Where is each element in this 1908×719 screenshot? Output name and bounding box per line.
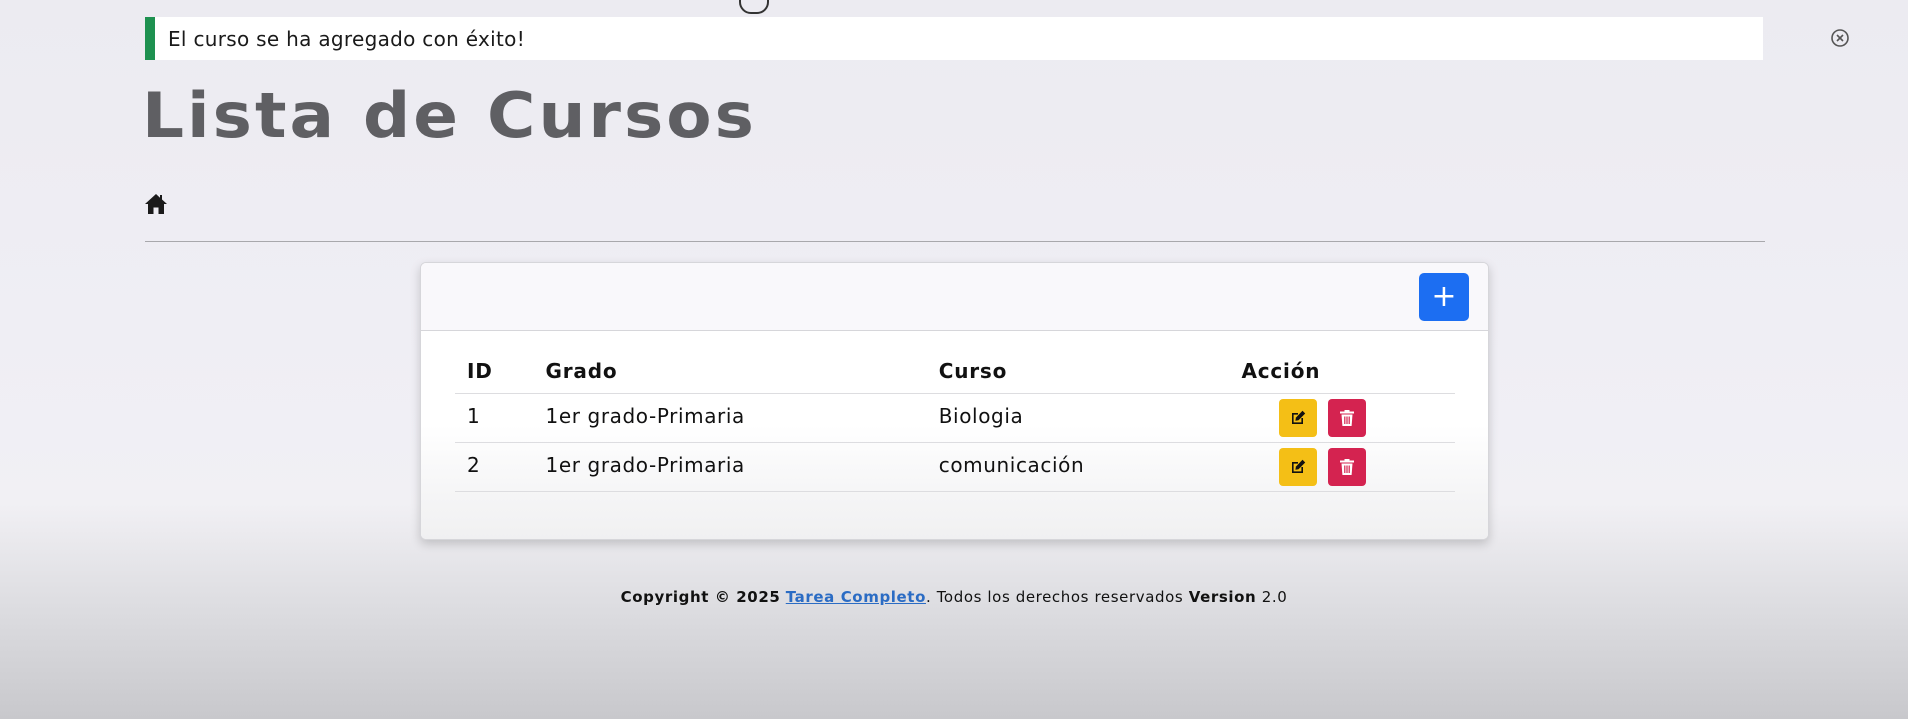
table-row: 1 1er grado-Primaria Biologia (455, 393, 1455, 443)
delete-button[interactable] (1328, 399, 1367, 437)
trash-icon (1340, 459, 1355, 475)
edit-icon (1292, 410, 1306, 424)
column-header-accion: Acción (1229, 349, 1455, 394)
table-header-row: ID Grado Curso Acción (455, 349, 1455, 394)
edit-icon (1292, 459, 1306, 473)
home-icon[interactable] (144, 193, 168, 215)
column-header-curso: Curso (926, 349, 1230, 394)
courses-card: + ID Grado Curso Acción 1 1er grado-Prim… (420, 262, 1489, 540)
footer-version-value: 2.0 (1261, 588, 1288, 606)
trash-icon (1340, 410, 1355, 426)
edit-button[interactable] (1279, 399, 1318, 437)
footer-link[interactable]: Tarea Completo (786, 588, 926, 606)
top-notch-decoration (739, 0, 769, 14)
delete-button[interactable] (1328, 448, 1367, 486)
success-alert: El curso se ha agregado con éxito! (145, 17, 1849, 60)
close-icon[interactable] (1830, 28, 1850, 48)
cell-actions (1229, 393, 1455, 443)
courses-table: ID Grado Curso Acción 1 1er grado-Primar… (455, 349, 1455, 492)
column-header-id: ID (455, 349, 534, 394)
cell-grado: 1er grado-Primaria (533, 393, 927, 443)
footer-version-label: Version (1188, 588, 1257, 606)
add-course-button[interactable]: + (1419, 273, 1469, 321)
cell-id: 1 (455, 393, 534, 443)
header-divider (145, 241, 1765, 242)
column-header-grado: Grado (533, 349, 927, 394)
cell-grado: 1er grado-Primaria (533, 442, 927, 492)
card-header: + (421, 263, 1488, 331)
footer-rights: . Todos los derechos reservados (925, 588, 1184, 606)
alert-message: El curso se ha agregado con éxito! (168, 26, 526, 51)
card-body: ID Grado Curso Acción 1 1er grado-Primar… (421, 331, 1488, 539)
cell-actions (1229, 442, 1455, 492)
cell-curso: comunicación (926, 442, 1230, 492)
footer-copyright: Copyright © 2025 (620, 588, 781, 606)
cell-curso: Biologia (926, 393, 1230, 443)
cell-id: 2 (455, 442, 534, 492)
footer: Copyright © 2025 Tarea Completo. Todos l… (0, 588, 1908, 606)
page-title: Lista de Cursos (142, 79, 757, 153)
edit-button[interactable] (1279, 448, 1318, 486)
table-row: 2 1er grado-Primaria comunicación (455, 442, 1455, 492)
